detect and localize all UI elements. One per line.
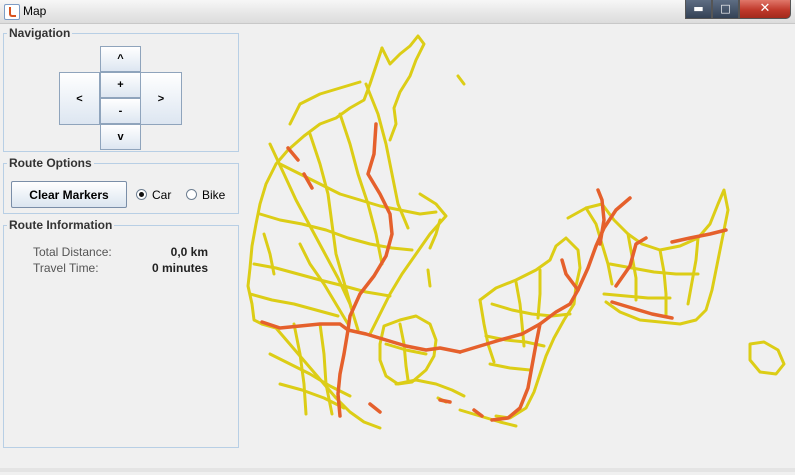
maximize-button[interactable]: □ (712, 0, 739, 19)
bike-radio-label: Bike (202, 188, 226, 202)
bottom-border (0, 468, 795, 472)
road-segment (394, 378, 466, 398)
zoom-out-button[interactable]: - (100, 98, 141, 124)
motorway-segment (286, 146, 300, 162)
map-canvas[interactable] (240, 24, 795, 472)
road-segment (248, 292, 340, 318)
bike-radio[interactable] (186, 189, 197, 200)
road-network-map[interactable] (240, 24, 795, 472)
route-information-legend: Route Information (7, 218, 115, 232)
car-radio[interactable] (136, 189, 147, 200)
motorway-segment (346, 122, 394, 332)
road-segment (288, 80, 362, 126)
road-segment (536, 268, 542, 320)
window-title: Map (23, 4, 47, 18)
route-options-legend: Route Options (7, 156, 94, 170)
motorway-segment (610, 300, 674, 320)
road-segment (426, 268, 432, 288)
pan-up-button[interactable]: ^ (100, 46, 141, 72)
total-distance-label: Total Distance: (33, 245, 112, 259)
road-segment (658, 248, 668, 318)
pan-right-button[interactable]: > (140, 72, 182, 125)
pan-left-button[interactable]: < (59, 72, 100, 125)
title-bar: Map ▬ □ ✕ (0, 0, 795, 24)
clear-markers-button[interactable]: Clear Markers (11, 181, 127, 208)
travel-time-label: Travel Time: (33, 261, 99, 275)
route-options-panel: Route Options Clear Markers Car Bike (3, 156, 239, 214)
road-segment (398, 322, 410, 382)
zoom-in-button[interactable]: + (100, 72, 141, 98)
road-segment (478, 298, 496, 364)
close-button[interactable]: ✕ (739, 0, 791, 19)
road-segment (748, 340, 786, 376)
navigation-legend: Navigation (7, 26, 73, 40)
travel-time-value: 0 minutes (151, 261, 208, 275)
pan-down-button[interactable]: v (100, 124, 141, 150)
road-segment (488, 362, 532, 372)
car-radio-label: Car (152, 188, 172, 202)
total-distance-value: 0,0 km (170, 245, 208, 259)
minimize-button[interactable]: ▬ (685, 0, 712, 19)
road-segment (686, 236, 700, 306)
motorway-segment (368, 402, 382, 414)
minor-roads (246, 34, 786, 430)
road-segment (380, 34, 426, 142)
navigation-panel: Navigation < > ^ + - v (3, 26, 239, 152)
road-segment (608, 262, 700, 276)
motorway-segment (438, 398, 452, 404)
java-app-icon (4, 4, 20, 20)
road-segment (456, 74, 466, 86)
